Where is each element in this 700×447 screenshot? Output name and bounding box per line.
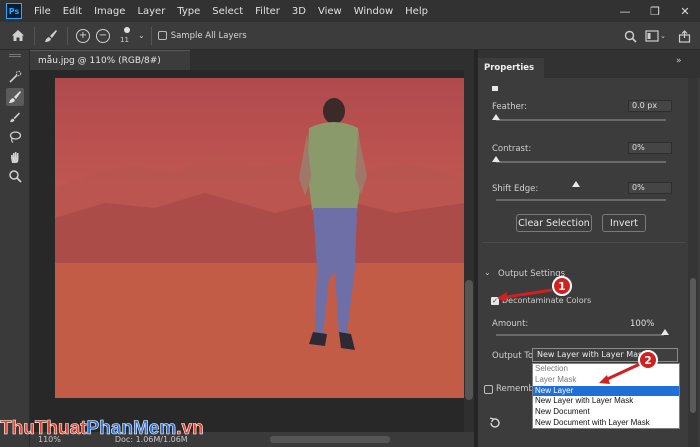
watermark-part-1: ThuThuat xyxy=(0,418,87,440)
watermark-part-3: .vn xyxy=(176,418,204,440)
annotation-arrows xyxy=(497,288,641,384)
watermark: ThuThuatPhanMem.vn xyxy=(0,418,204,440)
watermark-part-2: PhanMem xyxy=(86,418,177,440)
callout-1: 1 xyxy=(552,276,572,296)
callout-2: 2 xyxy=(638,350,658,370)
